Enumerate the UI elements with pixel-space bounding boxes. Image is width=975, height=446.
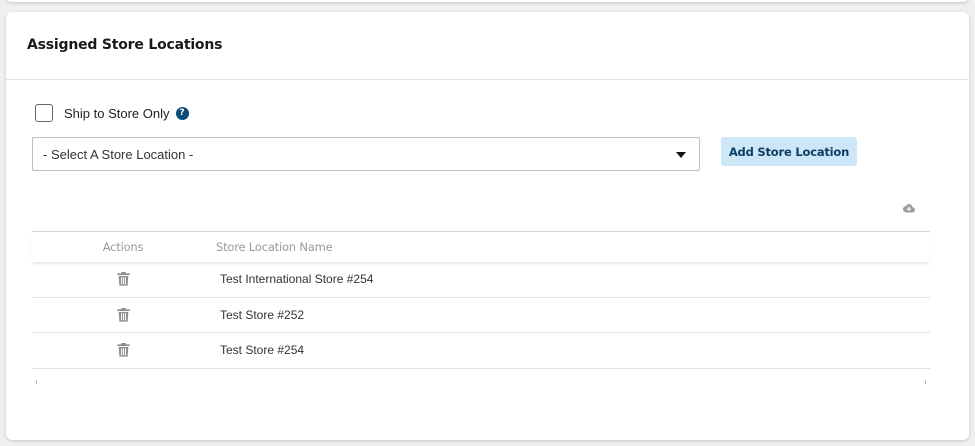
store-location-name: Test Store #254 xyxy=(220,343,305,358)
caret-down-icon xyxy=(676,152,686,158)
previous-card xyxy=(6,0,969,2)
horizontal-scrollbar[interactable] xyxy=(32,380,930,386)
table-row: Test International Store #254 xyxy=(32,262,930,298)
scroll-left-mark xyxy=(36,380,37,384)
ship-to-store-label[interactable]: Ship to Store Only xyxy=(64,106,170,121)
ship-to-store-checkbox[interactable] xyxy=(35,104,53,122)
add-store-location-button[interactable]: Add Store Location xyxy=(721,137,857,166)
trash-icon[interactable] xyxy=(116,307,130,322)
table-header: Actions Store Location Name xyxy=(32,232,930,262)
section-title: Assigned Store Locations xyxy=(27,37,223,53)
table-row: Test Store #254 xyxy=(32,333,930,369)
trash-icon[interactable] xyxy=(116,272,130,286)
card-header: Assigned Store Locations xyxy=(6,12,969,80)
ship-to-store-row: Ship to Store Only ? xyxy=(35,104,189,122)
table-row: Test Store #252 xyxy=(32,298,930,333)
scroll-right-mark xyxy=(925,380,926,384)
store-location-name: Test Store #252 xyxy=(220,307,305,322)
column-header-store-name[interactable]: Store Location Name xyxy=(214,240,333,254)
assigned-store-locations-card: Assigned Store Locations xyxy=(6,12,969,440)
help-icon[interactable]: ? xyxy=(175,106,189,120)
store-location-name: Test International Store #254 xyxy=(220,272,374,287)
store-locations-table: Actions Store Location Name Test Interna… xyxy=(32,231,930,369)
cloud-download-icon[interactable] xyxy=(903,203,915,213)
column-header-actions: Actions xyxy=(102,240,144,254)
trash-icon[interactable] xyxy=(116,343,130,357)
store-location-select[interactable]: - Select A Store Location - xyxy=(32,137,700,171)
store-location-select-value: - Select A Store Location - xyxy=(43,146,194,162)
